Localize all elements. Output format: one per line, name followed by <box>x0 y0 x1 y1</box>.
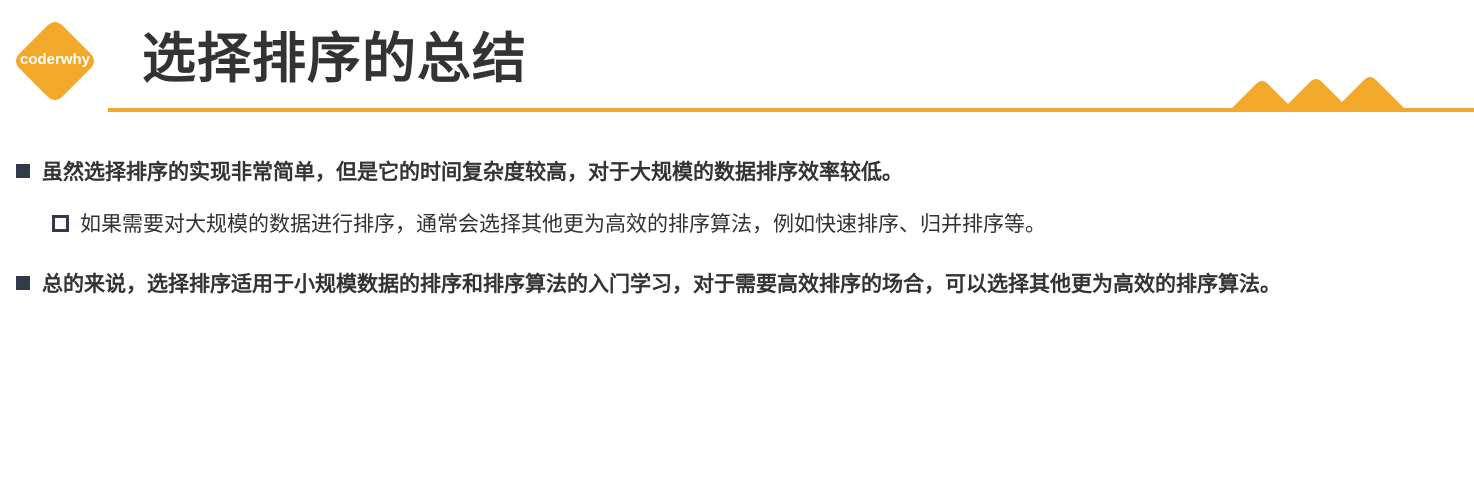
logo-text: coderwhy <box>19 51 91 68</box>
filled-square-bullet-icon <box>16 276 30 290</box>
coderwhy-logo: coderwhy <box>12 18 98 104</box>
mountain-decoration-icon <box>1228 77 1408 112</box>
header-divider <box>108 108 1474 112</box>
filled-square-bullet-icon <box>16 164 30 178</box>
slide: coderwhy 选择排序的总结 虽然选择排序的实现非常简单，但是它的时间复杂度… <box>0 0 1474 489</box>
sub-bullet-text-1: 如果需要对大规模的数据进行排序，通常会选择其他更为高效的排序算法，例如快速排序、… <box>80 212 1046 236</box>
bullet-text-1: 虽然选择排序的实现非常简单，但是它的时间复杂度较高，对于大规模的数据排序效率较低… <box>42 160 903 184</box>
page-title: 选择排序的总结 <box>142 27 527 90</box>
hollow-square-bullet-icon <box>52 215 69 232</box>
bullet-text-2: 总的来说，选择排序适用于小规模数据的排序和排序算法的入门学习，对于需要高效排序的… <box>42 272 1281 296</box>
